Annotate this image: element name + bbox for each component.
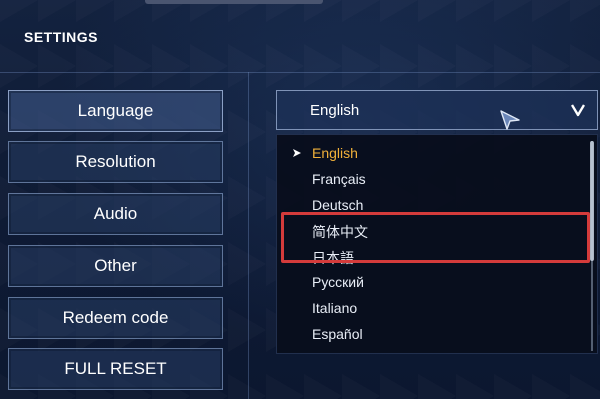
- chevron-down-icon[interactable]: [571, 103, 585, 117]
- menu-item-label: Audio: [93, 204, 138, 223]
- menu-item-label: Redeem code: [62, 308, 169, 327]
- menu-item-label: Other: [94, 256, 137, 275]
- language-option-french[interactable]: Français: [312, 171, 366, 187]
- menu-item-label: Resolution: [75, 152, 156, 171]
- menu-item-language[interactable]: Language: [8, 90, 223, 132]
- language-option-japanese[interactable]: 日本語: [312, 248, 354, 268]
- menu-item-redeem-code[interactable]: Redeem code: [8, 297, 223, 339]
- language-option-italian[interactable]: Italiano: [312, 300, 357, 316]
- language-option-russian[interactable]: Русский: [312, 274, 364, 290]
- menu-item-audio[interactable]: Audio: [8, 193, 223, 235]
- dropdown-scrollbar-thumb[interactable]: [590, 141, 594, 261]
- language-option-english[interactable]: English: [312, 145, 358, 161]
- top-tab-edge: [145, 0, 323, 4]
- sidebar-divider: [248, 72, 249, 399]
- header-divider: [0, 72, 600, 73]
- language-select-value: English: [310, 101, 360, 119]
- arrow-right-icon: [293, 149, 301, 157]
- menu-item-full-reset[interactable]: FULL RESET: [8, 348, 223, 390]
- language-dropdown-list: English Français Deutsch 简体中文 日本語 Русски…: [276, 134, 598, 354]
- menu-item-label: Language: [77, 101, 154, 120]
- language-option-simplified-chinese[interactable]: 简体中文: [312, 222, 368, 242]
- cursor-icon: [500, 110, 520, 130]
- page-title: SETTINGS: [24, 29, 99, 45]
- menu-item-label: FULL RESET: [64, 359, 167, 378]
- settings-screen: SETTINGS Language Resolution Audio Other…: [0, 0, 600, 399]
- language-option-spanish[interactable]: Español: [312, 326, 363, 342]
- language-option-german[interactable]: Deutsch: [312, 197, 363, 213]
- menu-item-resolution[interactable]: Resolution: [8, 141, 223, 183]
- language-select[interactable]: English: [276, 90, 598, 130]
- menu-item-other[interactable]: Other: [8, 245, 223, 287]
